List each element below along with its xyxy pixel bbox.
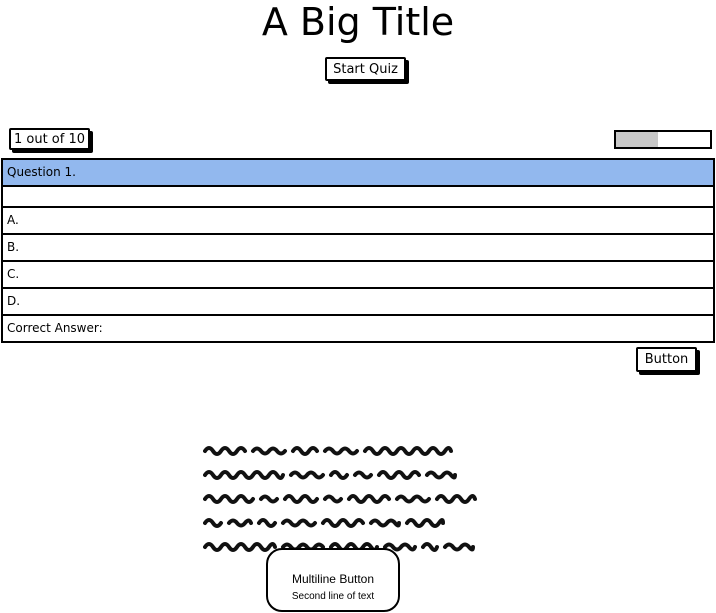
- scribble-line-1: [203, 446, 453, 456]
- option-b-row[interactable]: B.: [3, 235, 713, 262]
- placeholder-text-block: [203, 443, 483, 563]
- quiz-table: Question 1. A. B. C. D. Correct Answer:: [1, 158, 715, 343]
- scribble-line-4: [203, 518, 445, 528]
- multiline-button[interactable]: Multiline Button Second line of text: [266, 548, 400, 612]
- multiline-button-line2: Second line of text: [291, 591, 375, 602]
- multiline-button-line1: Multiline Button: [291, 572, 375, 586]
- option-c-row[interactable]: C.: [3, 262, 713, 289]
- question-body-row: [3, 187, 713, 208]
- progress-bar: [614, 130, 712, 149]
- start-quiz-button[interactable]: Start Quiz: [325, 57, 406, 81]
- action-button[interactable]: Button: [636, 347, 697, 372]
- option-a-row[interactable]: A.: [3, 208, 713, 235]
- question-row: Question 1.: [3, 160, 713, 187]
- page-title: A Big Title: [261, 0, 455, 44]
- progress-bar-fill: [616, 132, 659, 147]
- scribble-line-2: [203, 470, 457, 480]
- scribble-line-3: [203, 494, 477, 504]
- option-d-row[interactable]: D.: [3, 289, 713, 316]
- correct-answer-row: Correct Answer:: [7, 321, 103, 335]
- question-counter: 1 out of 10: [9, 128, 90, 150]
